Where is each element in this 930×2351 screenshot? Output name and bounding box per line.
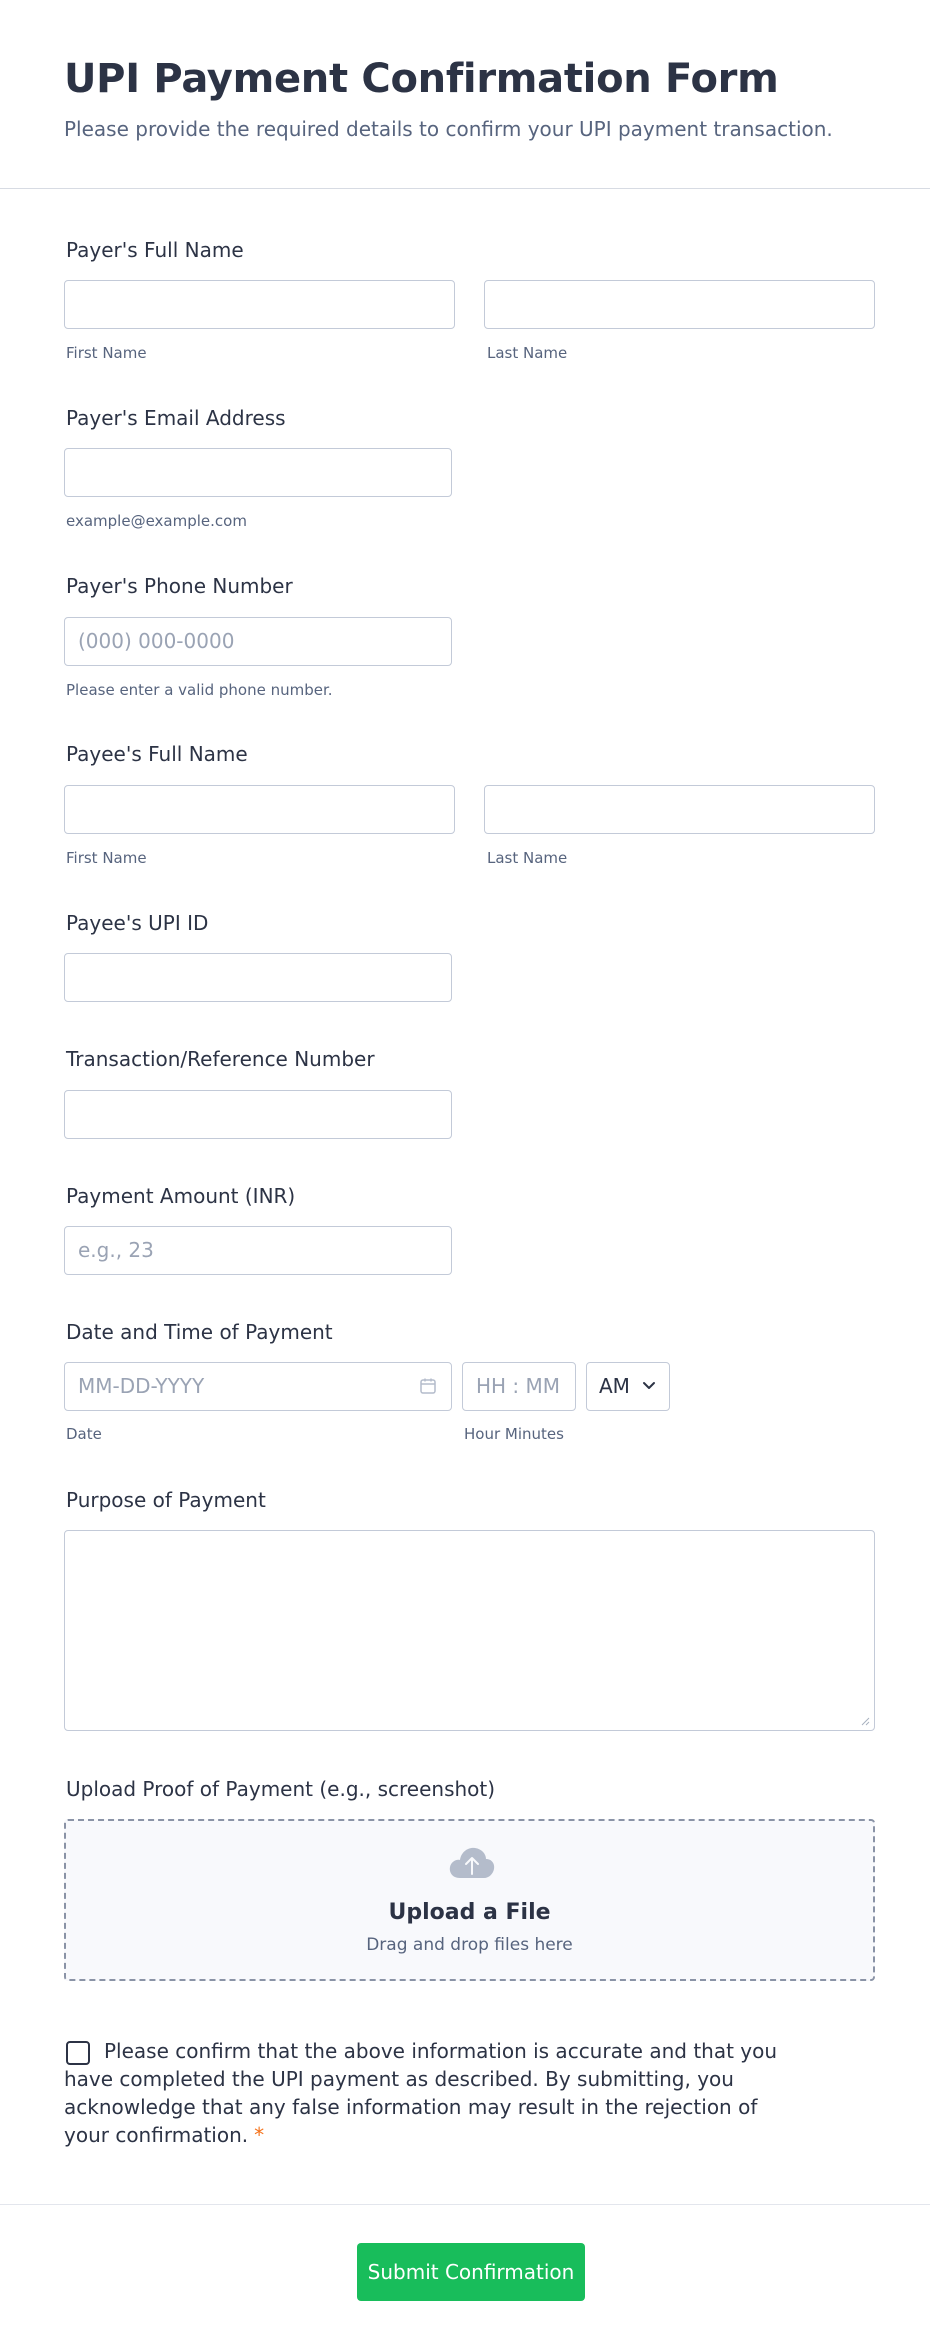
payee-last-name-input[interactable] <box>484 785 875 834</box>
payer-first-name-sublabel: First Name <box>66 344 147 362</box>
upload-subtitle: Drag and drop files here <box>366 1935 573 1955</box>
upload-label: Upload Proof of Payment (e.g., screensho… <box>66 1777 496 1801</box>
upload-title: Upload a File <box>388 1900 551 1925</box>
time-sublabel: Hour Minutes <box>464 1425 564 1443</box>
consent-statement: Please confirm that the above informatio… <box>64 2039 778 2147</box>
cloud-upload-icon <box>449 1847 495 1878</box>
payer-email-input[interactable] <box>64 448 452 497</box>
amount-label: Payment Amount (INR) <box>66 1184 296 1208</box>
required-star: * <box>254 2123 265 2147</box>
payer-name-label: Payer's Full Name <box>66 238 244 262</box>
ampm-value: AM <box>599 1374 630 1398</box>
payer-phone-input[interactable]: (000) 000-0000 <box>64 617 452 666</box>
payer-phone-label: Payer's Phone Number <box>66 574 293 598</box>
page-title: UPI Payment Confirmation Form <box>64 56 779 102</box>
consent-text: Please confirm that the above informatio… <box>64 2037 794 2149</box>
payee-upi-input[interactable] <box>64 953 452 1002</box>
payer-email-sublabel: example@example.com <box>66 512 247 530</box>
payer-email-label: Payer's Email Address <box>66 406 286 430</box>
payee-first-name-input[interactable] <box>64 785 455 834</box>
date-placeholder: MM-DD-YYYY <box>78 1374 205 1398</box>
date-input[interactable]: MM-DD-YYYY <box>64 1362 452 1411</box>
payer-last-name-input[interactable] <box>484 280 875 329</box>
date-sublabel: Date <box>66 1425 102 1443</box>
datetime-label: Date and Time of Payment <box>66 1320 333 1344</box>
payee-last-name-sublabel: Last Name <box>487 849 568 867</box>
purpose-label: Purpose of Payment <box>66 1488 266 1512</box>
transaction-ref-input[interactable] <box>64 1090 452 1139</box>
resize-grip-icon[interactable] <box>860 1716 870 1726</box>
submit-button[interactable]: Submit Confirmation <box>357 2243 585 2301</box>
payer-phone-sublabel: Please enter a valid phone number. <box>66 681 333 699</box>
payee-name-label: Payee's Full Name <box>66 742 248 766</box>
time-input[interactable]: HH : MM <box>462 1362 576 1411</box>
payee-first-name-sublabel: First Name <box>66 849 147 867</box>
chevron-down-icon <box>643 1382 655 1389</box>
calendar-icon[interactable] <box>419 1377 437 1395</box>
purpose-textarea[interactable] <box>64 1530 875 1731</box>
upload-dropzone[interactable]: Upload a File Drag and drop files here <box>64 1819 875 1981</box>
transaction-ref-label: Transaction/Reference Number <box>66 1047 375 1071</box>
payee-upi-label: Payee's UPI ID <box>66 911 209 935</box>
ampm-select[interactable]: AM <box>586 1362 670 1411</box>
page-subtitle: Please provide the required details to c… <box>64 117 833 141</box>
amount-input[interactable]: e.g., 23 <box>64 1226 452 1275</box>
payer-last-name-sublabel: Last Name <box>487 344 568 362</box>
payer-first-name-input[interactable] <box>64 280 455 329</box>
form-header: UPI Payment Confirmation Form Please pro… <box>0 0 930 189</box>
footer-divider <box>0 2204 930 2205</box>
